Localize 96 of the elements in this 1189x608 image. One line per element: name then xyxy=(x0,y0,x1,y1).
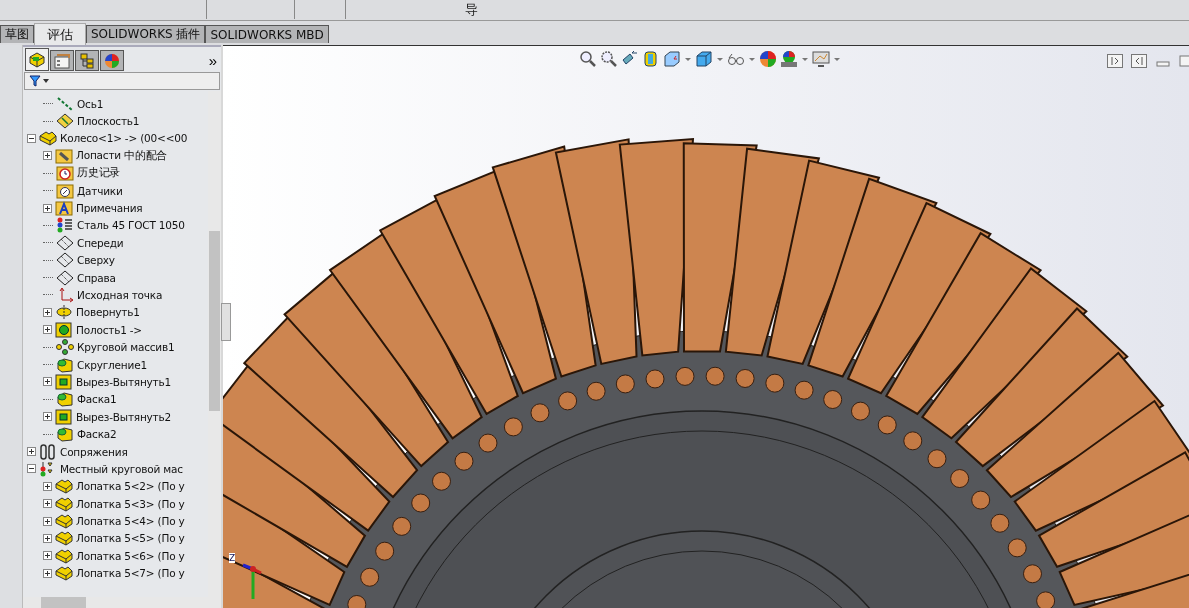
configuration-icon xyxy=(78,52,96,69)
tree-item[interactable]: 历史记录 xyxy=(77,166,121,181)
tree-item[interactable]: Круговой массив1 xyxy=(77,341,175,354)
tree-item[interactable]: Справа xyxy=(77,271,116,284)
tree-item[interactable]: Лопатка 5<4> (По у xyxy=(76,515,185,528)
tree-item[interactable]: Лопатка 5<7> (По у xyxy=(76,567,185,580)
tree-item[interactable]: Фаска1 xyxy=(77,393,117,406)
monitor-icon[interactable] xyxy=(812,50,830,68)
tree-item[interactable]: Спереди xyxy=(77,236,124,249)
collapse-icon[interactable] xyxy=(27,464,36,474)
property-icon xyxy=(53,52,71,69)
expand-icon[interactable] xyxy=(27,447,36,456)
zoom-icon[interactable] xyxy=(600,50,618,68)
plane-icon xyxy=(56,234,74,251)
fillet-icon xyxy=(56,356,74,373)
collapse-icon[interactable] xyxy=(27,133,36,143)
expand-icon[interactable] xyxy=(43,533,52,543)
plane-icon xyxy=(56,269,74,286)
panel-tab[interactable] xyxy=(50,50,74,71)
letter-folder-icon xyxy=(55,200,73,217)
tree-item[interactable]: Примечания xyxy=(76,202,143,215)
tree-item[interactable]: Повернуть1 xyxy=(76,306,140,319)
part-icon xyxy=(55,478,73,495)
tree-item[interactable]: Сталь 45 ГОСТ 1050 xyxy=(77,219,185,232)
panel-tab[interactable] xyxy=(25,48,49,71)
tree-item[interactable]: Полость1 -> xyxy=(76,323,142,336)
tree-item[interactable]: Лопатка 5<5> (По у xyxy=(76,532,185,545)
cut-extrude-icon xyxy=(55,408,73,425)
part-icon xyxy=(55,513,73,530)
paper-clips-icon xyxy=(39,443,57,460)
axis-label: Z xyxy=(229,553,236,563)
expand-icon[interactable] xyxy=(43,307,52,317)
revolve-icon xyxy=(55,304,73,321)
gauge-folder-icon xyxy=(56,182,74,199)
part-icon xyxy=(55,547,73,564)
axis-icon xyxy=(56,95,74,112)
folder-icon xyxy=(55,147,73,164)
command-tab[interactable]: 草图 xyxy=(0,25,34,43)
expand-icon[interactable] xyxy=(43,568,52,578)
part-icon xyxy=(39,130,57,147)
expand-panel-button[interactable]: » xyxy=(204,49,221,71)
tree-item[interactable]: Лопатка 5<3> (По у xyxy=(76,497,185,510)
color-ball-icon[interactable] xyxy=(759,50,777,68)
tree-item[interactable]: Вырез-Вытянуть2 xyxy=(76,410,171,423)
filter-field[interactable] xyxy=(24,72,220,90)
expand-icon[interactable] xyxy=(43,203,52,213)
expand-icon[interactable] xyxy=(43,516,52,526)
tree-item[interactable]: Сверху xyxy=(77,254,115,267)
tree-item[interactable]: Сопряжения xyxy=(60,445,128,458)
color-ball-icon xyxy=(103,52,121,69)
circular-pattern-icon xyxy=(56,339,74,356)
tree-item[interactable]: Вырез-Вытянуть1 xyxy=(76,375,171,388)
view-cube-icon[interactable] xyxy=(663,50,681,68)
cavity-icon xyxy=(55,321,73,338)
section-view-icon[interactable] xyxy=(642,50,660,68)
tree-item[interactable]: Местный круговой мас xyxy=(60,462,183,475)
plane-icon xyxy=(56,252,74,269)
tile-left-icon[interactable] xyxy=(1107,54,1123,68)
zoom-icon[interactable] xyxy=(579,50,597,68)
tree-item[interactable]: Скругление1 xyxy=(77,358,147,371)
part-icon xyxy=(28,51,46,68)
tree-item[interactable]: Плоскость1 xyxy=(77,115,140,128)
cube-icon[interactable] xyxy=(695,50,713,68)
scene-icon[interactable] xyxy=(780,50,798,68)
part-icon xyxy=(55,530,73,547)
expand-icon[interactable] xyxy=(43,412,52,422)
tree-item[interactable]: Лопатка 5<2> (По у xyxy=(76,480,185,493)
expand-icon[interactable] xyxy=(43,551,52,561)
expand-icon[interactable] xyxy=(43,325,52,335)
expand-icon[interactable] xyxy=(43,151,52,161)
fillet-icon xyxy=(56,391,74,408)
fillet-icon xyxy=(56,426,74,443)
part-icon xyxy=(55,495,73,512)
tree-item[interactable]: Исходная точка xyxy=(77,289,163,301)
collapse-handle[interactable] xyxy=(221,303,231,341)
command-tab[interactable]: SOLIDWORKS 插件 xyxy=(86,25,206,43)
ribbon-label[interactable]: 导 xyxy=(465,1,478,19)
panel-tab[interactable] xyxy=(75,50,99,71)
part-icon xyxy=(55,565,73,582)
expand-icon[interactable] xyxy=(43,499,52,509)
tree-item[interactable]: Фаска2 xyxy=(77,428,117,441)
command-tab[interactable]: SOLIDWORKS MBD xyxy=(205,25,329,43)
command-tab[interactable]: 评估 xyxy=(34,23,86,45)
tree-item[interactable]: Ось1 xyxy=(77,97,104,110)
tile-right-icon[interactable] xyxy=(1131,54,1147,68)
plane-icon xyxy=(56,113,74,130)
cut-extrude-icon xyxy=(55,373,73,390)
expand-icon[interactable] xyxy=(43,481,52,491)
tree-item[interactable]: Колесо<1> -> (00<<00 xyxy=(60,132,188,145)
tree-item[interactable]: Лопатка 5<6> (По у xyxy=(76,549,185,562)
clock-folder-icon xyxy=(56,165,74,182)
tree-item[interactable]: Датчики xyxy=(77,184,123,197)
tree-item[interactable]: Лопасти 中的配合 xyxy=(76,148,168,163)
filter-icon xyxy=(29,75,49,87)
expand-icon[interactable] xyxy=(43,377,52,387)
material-icon xyxy=(56,217,74,234)
